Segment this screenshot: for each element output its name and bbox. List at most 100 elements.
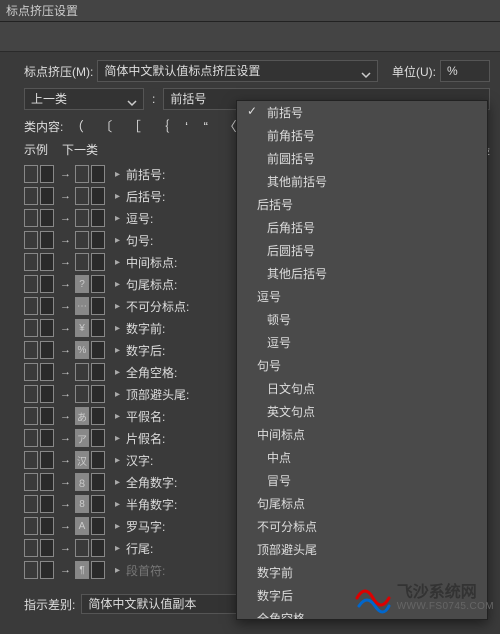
glyph-cell-after2: [91, 209, 105, 227]
glyph-row-label: 片假名:: [126, 430, 165, 447]
dropdown-group-label[interactable]: 逗号: [237, 285, 487, 308]
expand-icon[interactable]: ▸: [115, 411, 120, 422]
glyph-cell-before2: [40, 231, 54, 249]
expand-icon[interactable]: ▸: [115, 169, 120, 180]
dropdown-item[interactable]: 英文句点: [237, 400, 487, 423]
glyph-row-label: 逗号:: [126, 210, 153, 227]
glyph-cell-before: [24, 539, 38, 557]
dropdown-item[interactable]: 其他前括号: [237, 170, 487, 193]
expand-icon[interactable]: ▸: [115, 323, 120, 334]
expand-icon[interactable]: ▸: [115, 389, 120, 400]
glyph-row-label: 不可分标点:: [126, 298, 189, 315]
prev-class-combo[interactable]: 上一类: [24, 88, 144, 110]
expand-icon[interactable]: ▸: [115, 301, 120, 312]
glyph-cell-after2: [91, 385, 105, 403]
glyph-cell-before: [24, 561, 38, 579]
arrow-right-icon: →: [60, 190, 71, 202]
glyph-cell-after: ⋯: [75, 297, 89, 315]
expand-icon[interactable]: ▸: [115, 543, 120, 554]
glyph-cell-before: [24, 165, 38, 183]
expand-icon[interactable]: ▸: [115, 499, 120, 510]
arrow-right-icon: →: [60, 366, 71, 378]
window-title: 标点挤压设置: [6, 4, 78, 18]
arrow-right-icon: →: [60, 278, 71, 290]
glyph-cell-after: [75, 231, 89, 249]
expand-icon[interactable]: ▸: [115, 235, 120, 246]
dropdown-group-label[interactable]: 句号: [237, 354, 487, 377]
expand-icon[interactable]: ▸: [115, 213, 120, 224]
unit-label: 单位(U):: [392, 63, 436, 80]
unit-combo[interactable]: %: [440, 60, 490, 82]
chevron-down-icon: [127, 94, 137, 114]
expand-icon[interactable]: ▸: [115, 455, 120, 466]
arrow-right-icon: →: [60, 300, 71, 312]
glyph-row-label: 平假名:: [126, 408, 165, 425]
glyph-cell-after: ?: [75, 275, 89, 293]
dropdown-item[interactable]: 其他后括号: [237, 262, 487, 285]
dropdown-group-label[interactable]: 顶部避头尾: [237, 538, 487, 561]
glyph-cell-after2: [91, 407, 105, 425]
dropdown-item[interactable]: 前圆括号: [237, 147, 487, 170]
watermark-logo-icon: [355, 580, 391, 616]
dropdown-item[interactable]: 后角括号: [237, 216, 487, 239]
glyph-cell-before2: [40, 341, 54, 359]
expand-icon[interactable]: ▸: [115, 477, 120, 488]
expand-icon[interactable]: ▸: [115, 433, 120, 444]
expand-icon[interactable]: ▸: [115, 367, 120, 378]
arrow-right-icon: →: [60, 234, 71, 246]
glyph-cell-after: ¶: [75, 561, 89, 579]
glyph-cell-before2: [40, 253, 54, 271]
preset-row: 标点挤压(M): 简体中文默认值标点挤压设置 单位(U): %: [24, 60, 490, 82]
dropdown-item[interactable]: 顿号: [237, 308, 487, 331]
glyph-cell-before2: [40, 187, 54, 205]
glyph-cell-before: [24, 363, 38, 381]
glyph-row-label: 前括号:: [126, 166, 165, 183]
dropdown-item[interactable]: 日文句点: [237, 377, 487, 400]
arrow-right-icon: →: [60, 388, 71, 400]
glyph-cell-before: [24, 451, 38, 469]
arrow-right-icon: →: [60, 212, 71, 224]
preset-label: 标点挤压(M):: [24, 63, 93, 80]
glyph-cell-after2: [91, 451, 105, 469]
glyph-cell-before: [24, 253, 38, 271]
expand-icon[interactable]: ▸: [115, 191, 120, 202]
glyph-cell-before2: [40, 209, 54, 227]
glyph-cell-before: [24, 473, 38, 491]
glyph-cell-before: [24, 209, 38, 227]
glyph-row-label: 中间标点:: [126, 254, 177, 271]
glyph-cell-before2: [40, 539, 54, 557]
arrow-right-icon: →: [60, 256, 71, 268]
expand-icon[interactable]: ▸: [115, 257, 120, 268]
dropdown-group-label[interactable]: 不可分标点: [237, 515, 487, 538]
diff-input[interactable]: 简体中文默认值副本: [81, 594, 241, 614]
glyph-row-label: 后括号:: [126, 188, 165, 205]
dropdown-item[interactable]: 逗号: [237, 331, 487, 354]
glyph-cell-before2: [40, 385, 54, 403]
dropdown-item[interactable]: 前角括号: [237, 124, 487, 147]
glyph-cell-after2: [91, 495, 105, 513]
glyph-cell-after2: [91, 253, 105, 271]
glyph-cell-before2: [40, 297, 54, 315]
expand-icon[interactable]: ▸: [115, 279, 120, 290]
category-dropdown[interactable]: 前括号前角括号前圆括号其他前括号后括号后角括号后圆括号其他后括号逗号顿号逗号句号…: [236, 100, 488, 620]
dropdown-item[interactable]: 中点: [237, 446, 487, 469]
glyph-row-label: 句尾标点:: [126, 276, 177, 293]
expand-icon[interactable]: ▸: [115, 521, 120, 532]
glyph-row-label: 数字后:: [126, 342, 165, 359]
glyph-row-label: 句号:: [126, 232, 153, 249]
dropdown-item[interactable]: 冒号: [237, 469, 487, 492]
glyph-row-label: 罗马字:: [126, 518, 165, 535]
dropdown-item[interactable]: 后圆括号: [237, 239, 487, 262]
glyph-cell-after: [75, 363, 89, 381]
expand-icon[interactable]: ▸: [115, 345, 120, 356]
glyph-cell-after2: [91, 429, 105, 447]
dropdown-group-label[interactable]: 前括号: [237, 101, 487, 124]
dropdown-group-label[interactable]: 后括号: [237, 193, 487, 216]
glyph-cell-after: [75, 165, 89, 183]
expand-icon[interactable]: ▸: [115, 565, 120, 576]
glyph-cell-before2: [40, 363, 54, 381]
example-header: 示例: [24, 141, 48, 158]
dropdown-group-label[interactable]: 中间标点: [237, 423, 487, 446]
preset-combo[interactable]: 简体中文默认值标点挤压设置: [97, 60, 378, 82]
dropdown-group-label[interactable]: 句尾标点: [237, 492, 487, 515]
